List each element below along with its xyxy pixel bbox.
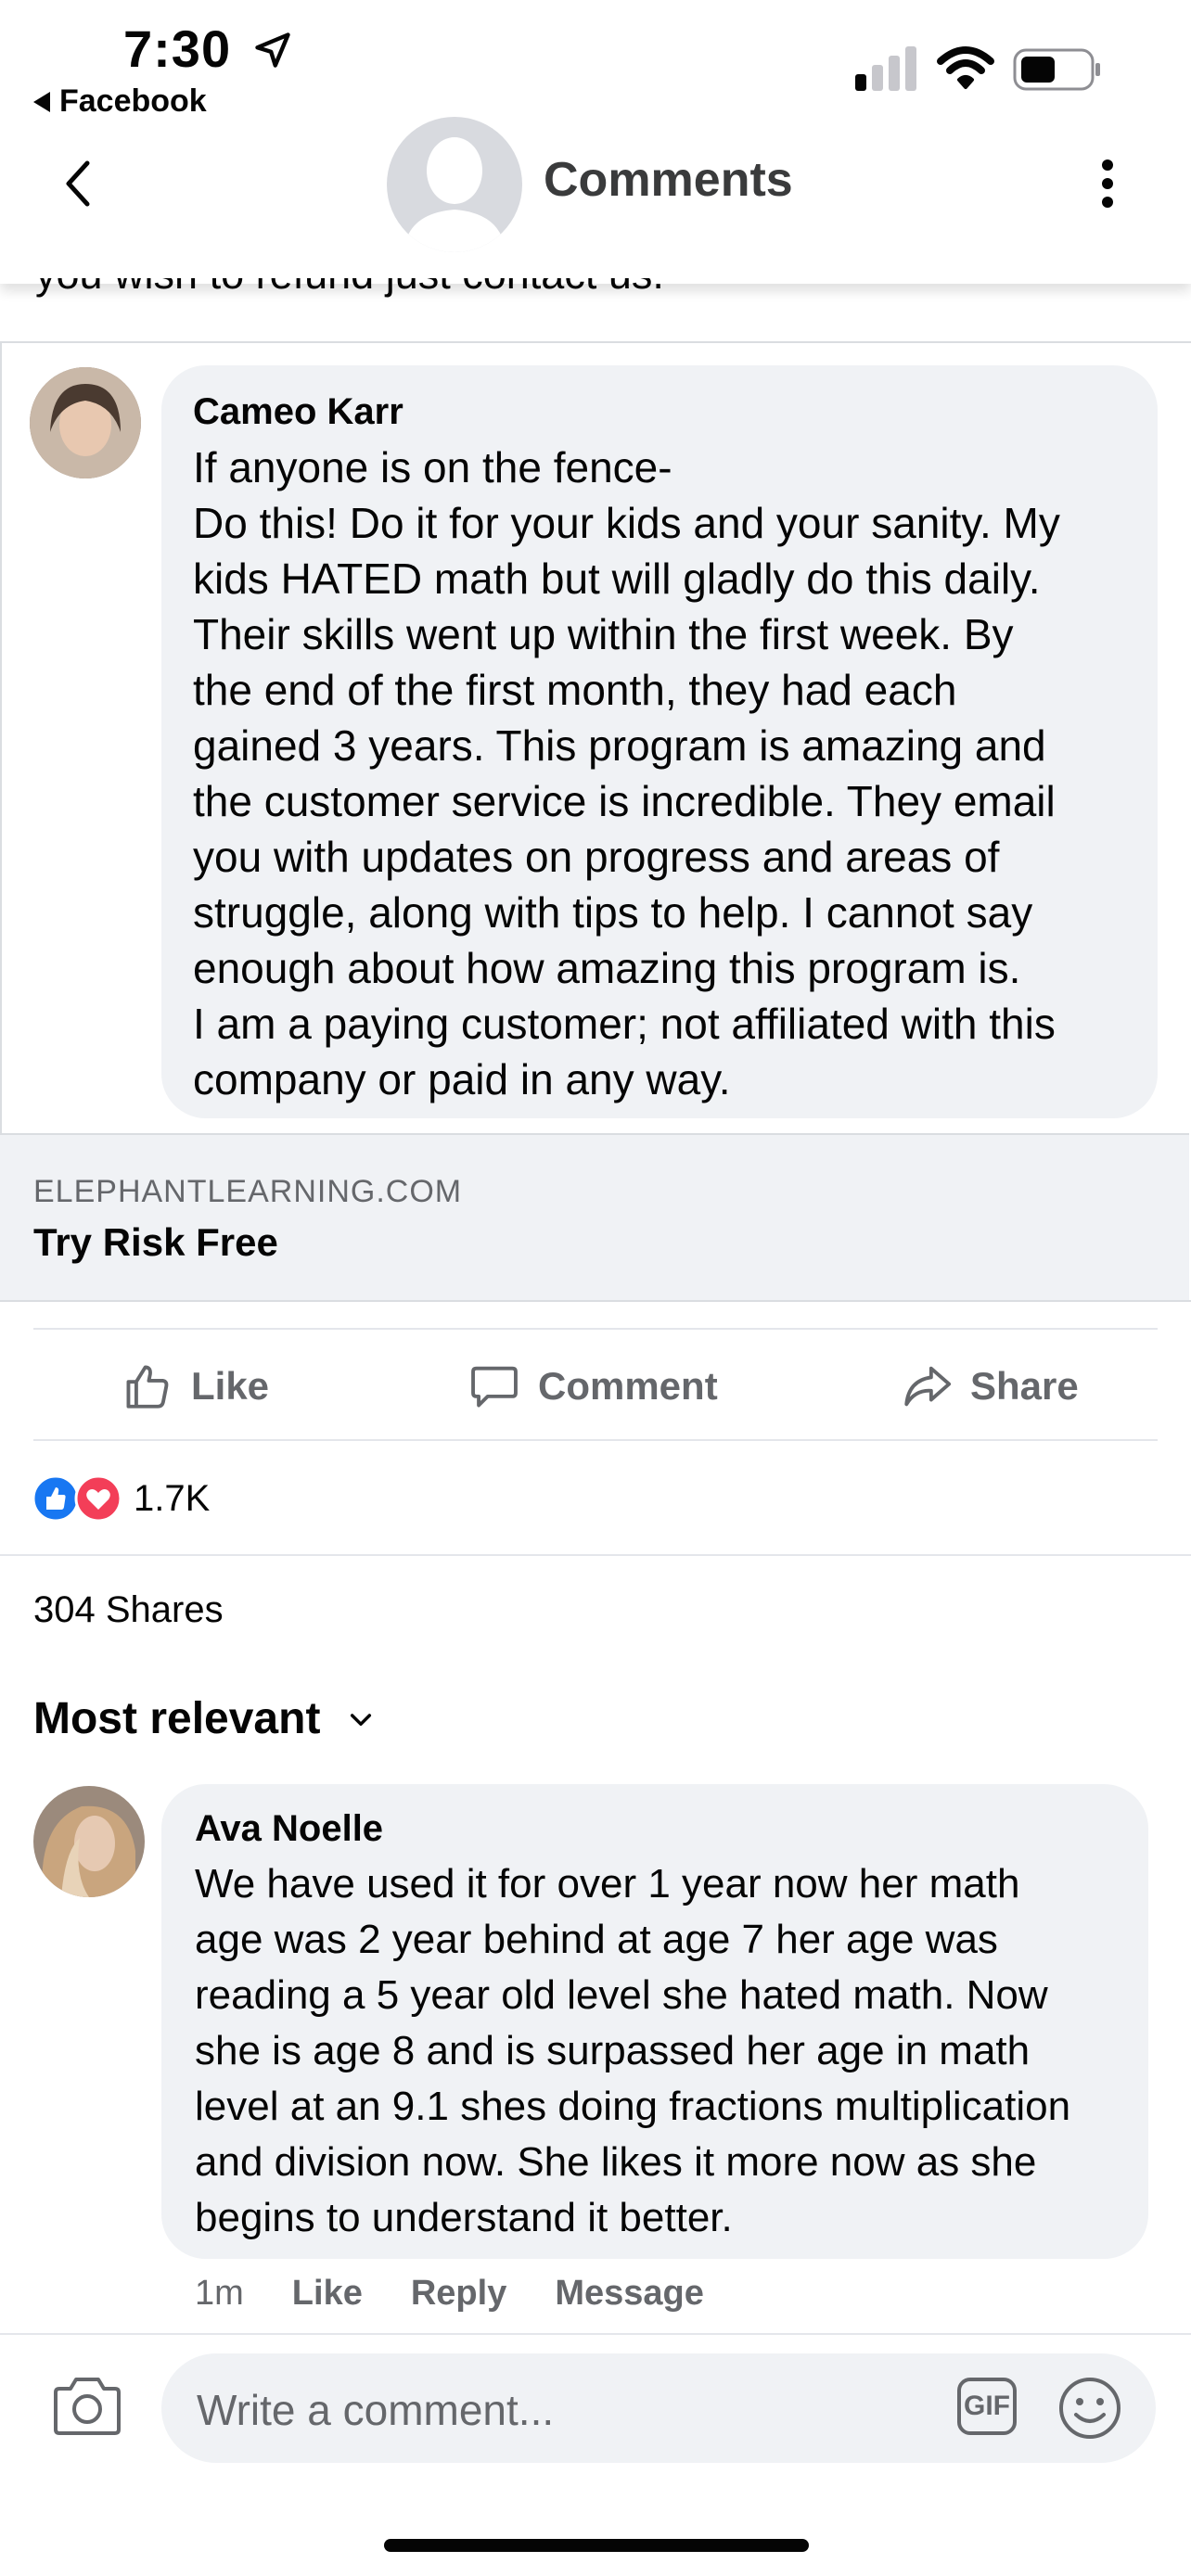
page-title: Comments [544,153,793,207]
comment-label: Comment [538,1364,718,1408]
back-to-facebook-link[interactable]: Facebook [33,83,207,120]
emoji-icon[interactable] [1057,2376,1122,2441]
comment-input[interactable]: Write a comment... GIF [161,2353,1156,2463]
divider [33,1328,1158,1330]
thumbs-up-icon [126,1365,169,1409]
comment-line: level at an 9.1 shes doing fractions mul… [195,2084,1071,2129]
cameo-karr-avatar[interactable] [30,367,141,478]
back-chevron-icon[interactable] [59,158,96,210]
composer-divider [0,2333,1191,2335]
share-count[interactable]: 304 Shares [33,1589,224,1631]
camera-icon[interactable] [52,2374,122,2437]
comment-line: the customer service is incredible. They… [193,777,1056,825]
comment-line: the end of the first month, they had eac… [193,666,957,714]
status-time: 7:30 [123,19,293,79]
comment-meta: 1m Like Reply Message [195,2274,704,2314]
comment-line: Their skills went up within the first we… [193,610,1014,658]
comment-line: and division now. She likes it more now … [195,2139,1037,2185]
comment-line: struggle, along with tips to help. I can… [193,888,1033,937]
chevron-down-icon [351,1713,372,1726]
divider [0,1554,1191,1556]
comment-line: If anyone is on the fence- [193,443,672,491]
comment-line: enough about how amazing this program is… [193,944,1021,992]
comment-button[interactable]: Comment [467,1359,718,1413]
comment-line: gained 3 years. This program is amazing … [193,721,1046,770]
share-icon [904,1366,952,1407]
sort-label: Most relevant [33,1694,321,1743]
comment-bubble: Ava Noelle We have used it for over 1 ye… [161,1784,1148,2259]
gif-icon[interactable]: GIF [957,2378,1017,2435]
comment-line: age was 2 year behind at age 7 her age w… [195,1917,998,1962]
comment-text: If anyone is on the fence- Do this! Do i… [193,440,1060,1107]
sort-dropdown[interactable]: Most relevant [33,1693,376,1744]
comment-line: begins to understand it better. [195,2195,733,2240]
avatar-photo-icon [33,1786,145,1897]
comment-like-link[interactable]: Like [292,2274,363,2314]
comment-line: reading a 5 year old level she hated mat… [195,1972,1048,2018]
reactions-summary[interactable]: 1.7K [32,1474,210,1523]
avatar-photo-icon [30,367,141,478]
share-button[interactable]: Share [900,1359,1079,1413]
home-indicator[interactable] [384,2539,809,2552]
comment-icon [471,1366,518,1408]
page-avatar[interactable] [387,117,522,252]
comment-author[interactable]: Cameo Karr [193,391,403,433]
link-domain: ELEPHANTLEARNING.COM [33,1174,463,1209]
wifi-icon [937,46,994,89]
like-reaction-icon [32,1474,80,1523]
like-button[interactable]: Like [121,1359,269,1413]
comment-line: you with updates on progress and areas o… [193,833,1000,881]
person-silhouette-icon [403,137,506,252]
back-app-label: Facebook [59,83,207,119]
comment-line: she is age 8 and is surpassed her age in… [195,2028,1031,2073]
comment-reply-link[interactable]: Reply [411,2274,506,2314]
link-cta[interactable]: Try Risk Free [33,1220,278,1265]
comment-author[interactable]: Ava Noelle [195,1808,383,1850]
comment-line: I am a paying customer; not affiliated w… [193,1000,1056,1048]
more-vertical-icon[interactable] [1095,156,1121,211]
comment-line: kids HATED math but will gladly do this … [193,555,1041,603]
featured-comment-bubble: Cameo Karr If anyone is on the fence- Do… [161,365,1158,1118]
comment-input-placeholder: Write a comment... [197,2386,555,2434]
gif-label: GIF [964,2391,1010,2421]
reaction-count: 1.7K [134,1477,211,1519]
link-preview[interactable]: ELEPHANTLEARNING.COM Try Risk Free [0,1133,1189,1300]
comment-line: company or paid in any way. [193,1055,731,1103]
comment-line: Do this! Do it for your kids and your sa… [193,499,1060,547]
comment-text: We have used it for over 1 year now her … [195,1856,1070,2246]
comment-line: We have used it for over 1 year now her … [195,1861,1020,1906]
like-label: Like [191,1364,270,1408]
comment-message-link[interactable]: Message [555,2274,704,2314]
battery-icon [1013,48,1100,91]
share-label: Share [970,1364,1079,1408]
ava-noelle-avatar[interactable] [33,1786,145,1897]
divider [33,1439,1158,1441]
comment-time: 1m [195,2274,244,2313]
love-reaction-icon [74,1474,122,1523]
signal-icon [855,46,916,91]
location-arrow-icon [254,32,290,68]
back-triangle-icon [33,91,50,112]
